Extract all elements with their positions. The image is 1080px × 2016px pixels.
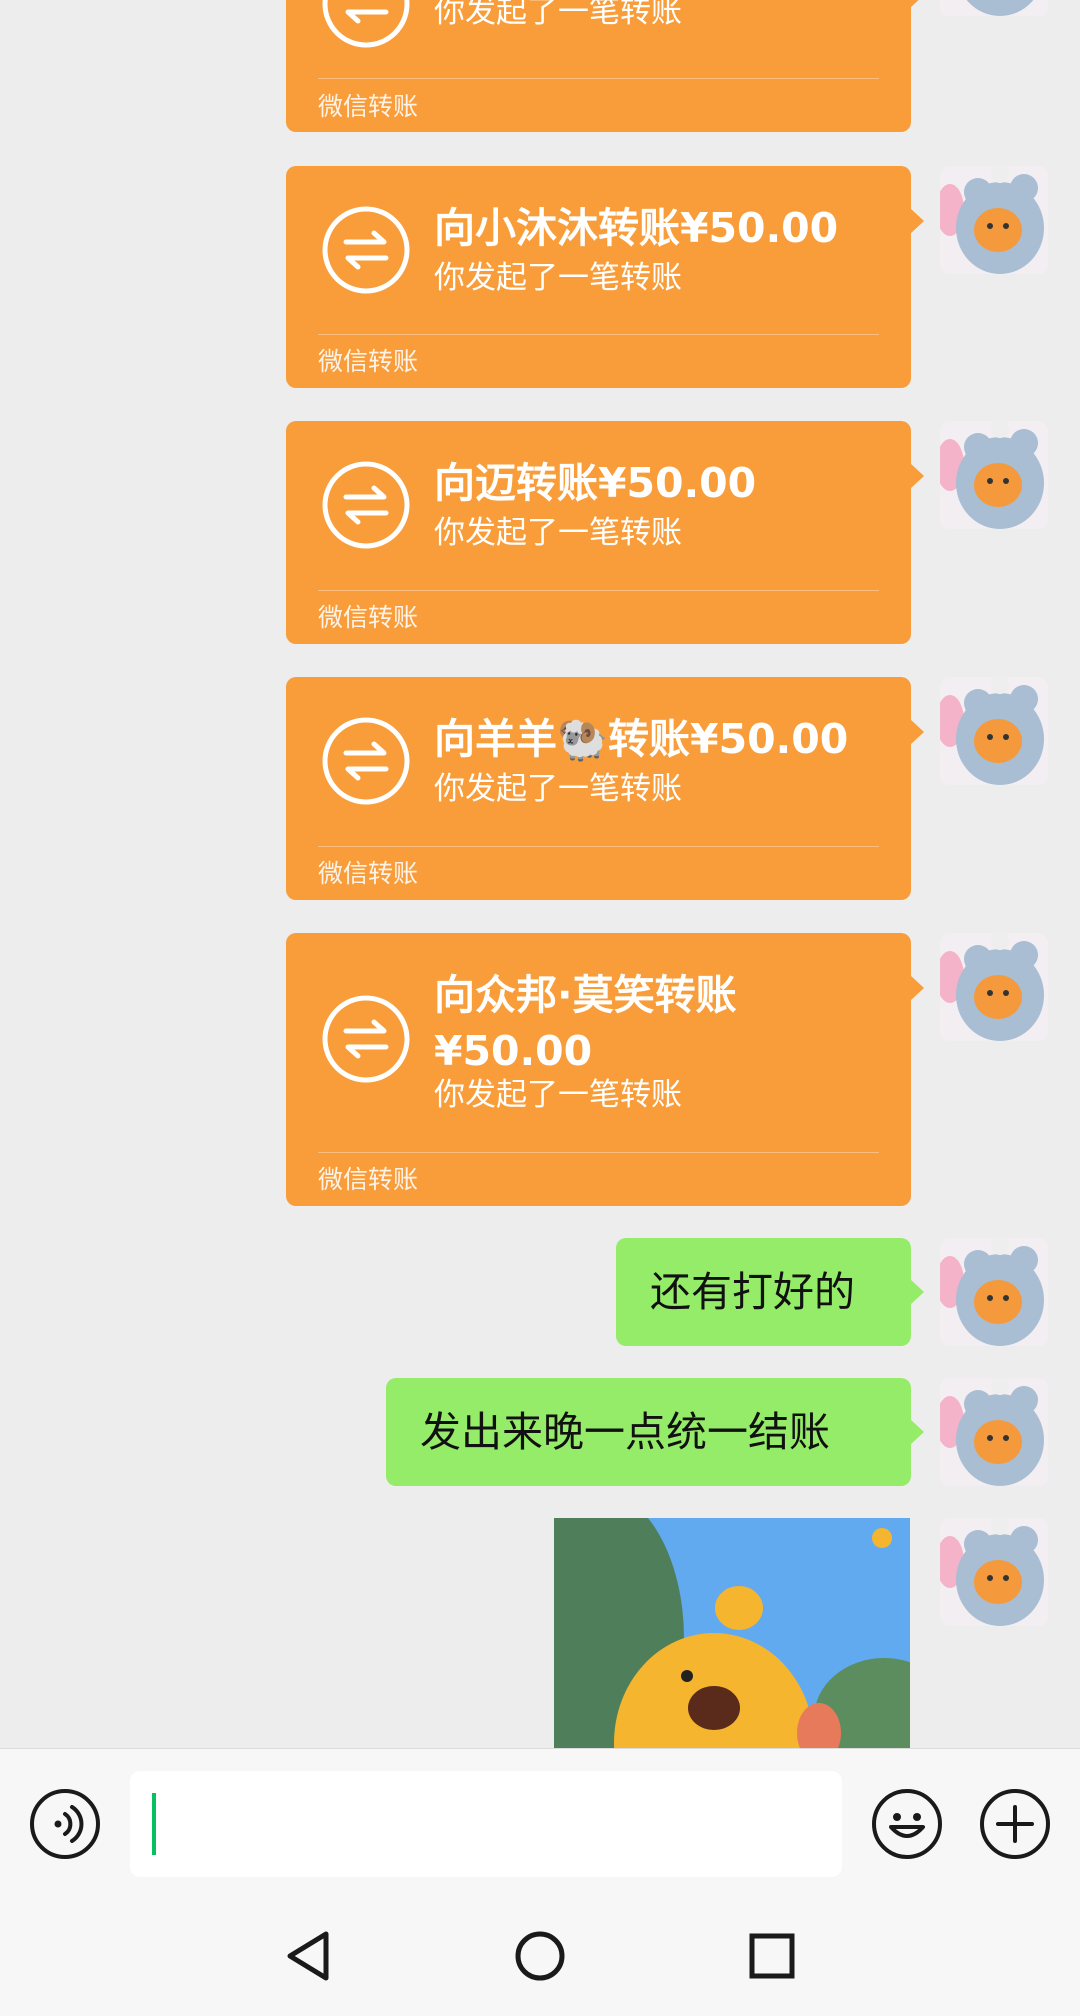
- avatar[interactable]: [940, 166, 1048, 274]
- avatar[interactable]: [940, 421, 1048, 529]
- transfer-icon: [322, 0, 410, 48]
- transfer-message-1[interactable]: 向小沐沐转账¥50.00 你发起了一笔转账 微信转账: [286, 166, 924, 388]
- avatar[interactable]: [940, 1378, 1048, 1486]
- transfer-icon: [322, 995, 410, 1083]
- text-message[interactable]: 还有打好的: [616, 1238, 924, 1346]
- transfer-subtitle: 你发起了一笔转账: [434, 1077, 682, 1113]
- transfer-title: 向迈转账¥50.00: [434, 459, 757, 507]
- transfer-divider: [318, 334, 879, 335]
- transfer-message-3[interactable]: 向羊羊🐏转账¥50.00 你发起了一笔转账 微信转账: [286, 677, 924, 900]
- transfer-footer: 微信转账: [318, 347, 419, 376]
- plus-icon: [996, 1805, 1034, 1843]
- transfer-icon: [322, 206, 410, 294]
- transfer-divider: [318, 1152, 879, 1153]
- avatar-image: [940, 677, 1048, 785]
- transfer-title: 向羊羊🐏转账¥50.00: [434, 715, 849, 763]
- transfer-title: 向众邦·莫笑转账¥50.00: [434, 971, 737, 1075]
- bubble-tail: [910, 0, 924, 8]
- transfer-message-4[interactable]: 向众邦·莫笑转账¥50.00 你发起了一笔转账 微信转账: [286, 933, 924, 1206]
- emoji-icon: [889, 1813, 925, 1838]
- bubble-tail: [910, 975, 924, 1001]
- voice-icon: [54, 1805, 84, 1843]
- transfer-footer: 微信转账: [318, 859, 419, 888]
- transfer-divider: [318, 590, 879, 591]
- transfer-subtitle: 你发起了一笔转账: [434, 515, 682, 551]
- transfer-subtitle: 你发起了一笔转账: [434, 771, 682, 807]
- avatar[interactable]: [940, 677, 1048, 785]
- transfer-subtitle: 你发起了一笔转账: [434, 260, 682, 296]
- avatar[interactable]: [940, 933, 1048, 1041]
- sticker-image[interactable]: [554, 1518, 910, 1748]
- bubble-tail: [910, 1419, 924, 1445]
- avatar[interactable]: [940, 0, 1048, 16]
- avatar-image: [940, 1238, 1048, 1346]
- message-input[interactable]: [130, 1771, 842, 1877]
- text-message[interactable]: 发出来晚一点统一结账: [386, 1378, 924, 1486]
- transfer-footer: 微信转账: [318, 92, 419, 121]
- avatar-image: [940, 1518, 1048, 1626]
- wechat-chat-screen: 你发起了一笔转账 微信转账 向小沐沐转账¥50.00 你发起了一笔转账 微信转账…: [0, 0, 1080, 2016]
- transfer-divider: [318, 846, 879, 847]
- transfer-icon: [322, 461, 410, 549]
- bubble-tail: [910, 463, 924, 489]
- message-text: 还有打好的: [650, 1268, 855, 1316]
- cartoon-duck-sticker: [554, 1518, 910, 1748]
- avatar-image: [940, 166, 1048, 274]
- bubble-tail: [910, 1279, 924, 1305]
- square-recents-icon[interactable]: [742, 1926, 802, 1986]
- text-caret: [152, 1793, 156, 1855]
- voice-button[interactable]: [30, 1789, 100, 1859]
- avatar[interactable]: [940, 1518, 1048, 1626]
- avatar-image: [940, 933, 1048, 1041]
- bubble-tail: [910, 208, 924, 234]
- transfer-divider: [318, 78, 879, 79]
- transfer-title: 向小沐沐转账¥50.00: [434, 204, 839, 252]
- avatar-image: [940, 421, 1048, 529]
- more-button[interactable]: [980, 1789, 1050, 1859]
- circle-home-icon[interactable]: [510, 1926, 570, 1986]
- transfer-footer: 微信转账: [318, 1165, 419, 1194]
- transfer-message-2[interactable]: 向迈转账¥50.00 你发起了一笔转账 微信转账: [286, 421, 924, 644]
- input-bar: [0, 1748, 1080, 1897]
- bubble-tail: [910, 719, 924, 745]
- avatar-image: [940, 1378, 1048, 1486]
- message-text: 发出来晚一点统一结账: [420, 1408, 830, 1456]
- system-nav-bar: [0, 1896, 1080, 2016]
- transfer-subtitle: 你发起了一笔转账: [434, 0, 682, 30]
- transfer-icon: [322, 717, 410, 805]
- emoji-button[interactable]: [872, 1789, 942, 1859]
- triangle-back-icon[interactable]: [278, 1926, 338, 1986]
- avatar[interactable]: [940, 1238, 1048, 1346]
- transfer-footer: 微信转账: [318, 603, 419, 632]
- avatar-image: [940, 0, 1048, 16]
- transfer-message-0[interactable]: 你发起了一笔转账 微信转账: [286, 0, 924, 132]
- message-list[interactable]: 你发起了一笔转账 微信转账 向小沐沐转账¥50.00 你发起了一笔转账 微信转账…: [0, 0, 1080, 1748]
